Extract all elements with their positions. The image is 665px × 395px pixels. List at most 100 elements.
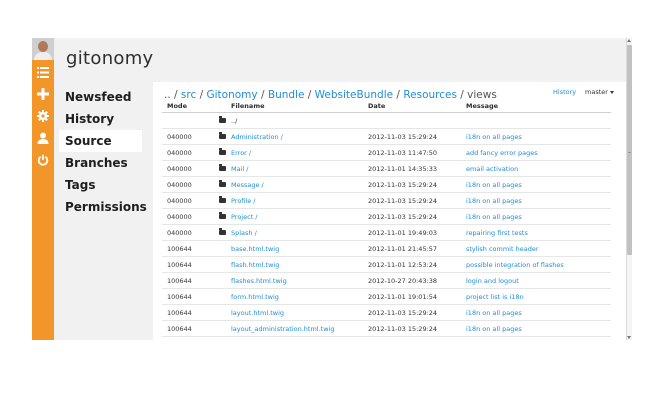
file-mode: 040000 [162, 144, 213, 161]
file-date: 2012-11-01 14:35:33 [363, 160, 461, 177]
file-date: 2012-11-03 15:29:24 [363, 208, 461, 225]
folder-icon [218, 180, 226, 187]
file-date: 2012-11-03 15:29:24 [363, 192, 461, 209]
table-row-parent[interactable]: ../ [162, 112, 611, 129]
branch-select[interactable]: master [585, 88, 614, 96]
file-name-link[interactable]: Splash / [226, 224, 363, 241]
branch-select-value: master [585, 88, 608, 96]
list-icon[interactable] [32, 63, 54, 81]
table-row[interactable]: 040000 Mail /2012-11-01 14:35:33 email act… [162, 160, 611, 177]
sidebar-item-source[interactable]: Source [59, 130, 142, 152]
table-row[interactable]: 040000 Profile /2012-11-03 15:29:24 i18n o… [162, 192, 611, 209]
file-name-link[interactable]: Mail / [226, 160, 363, 177]
file-date: 2012-11-03 15:29:24 [363, 176, 461, 193]
file-date: 2012-11-03 15:29:24 [363, 304, 461, 321]
folder-icon [218, 148, 226, 155]
commit-message-link[interactable]: i18n on all pages [461, 128, 611, 145]
column-header-message: Message [461, 100, 611, 113]
commit-message-link[interactable]: project list is i18n [461, 288, 611, 305]
table-row[interactable]: 040000 Administration /2012-11-03 15:29:2… [162, 128, 611, 145]
table-row[interactable]: 100644 flash.html.twig 2012-11-01 12:53:24… [162, 256, 611, 273]
file-mode: 040000 [162, 192, 213, 209]
folder-icon [218, 196, 226, 203]
file-mode: 040000 [162, 224, 213, 241]
folder-icon [218, 228, 226, 235]
file-name-link[interactable]: layout_administration.html.twig [226, 320, 363, 337]
file-name-link[interactable]: layout.html.twig [226, 304, 363, 321]
commit-message-link[interactable]: stylish commit header [461, 240, 611, 257]
sidebar-nav: Newsfeed History Source Branches Tags Pe… [54, 82, 153, 340]
app-brand[interactable]: gitonomy [66, 48, 154, 69]
column-header-date: Date [363, 100, 461, 113]
file-mode: 040000 [162, 160, 213, 177]
commit-message-link[interactable]: i18n on all pages [461, 320, 611, 337]
commit-message-link[interactable]: i18n on all pages [461, 176, 611, 193]
table-header-row: Mode Filename Date Message [162, 100, 611, 113]
column-header-mode: Mode [162, 100, 213, 113]
sidebar-item-tags[interactable]: Tags [65, 174, 95, 196]
main-content: .. / src / Gitonomy / Bundle / WebsiteBu… [153, 82, 626, 340]
file-mode: 040000 [162, 176, 213, 193]
scroll-down-icon[interactable] [627, 336, 631, 339]
scrollbar-thumb[interactable] [627, 45, 632, 255]
folder-icon [218, 116, 226, 123]
sidebar-item-newsfeed[interactable]: Newsfeed [65, 86, 132, 108]
file-date: 2012-11-03 15:29:24 [363, 128, 461, 145]
plus-icon[interactable] [32, 85, 54, 103]
file-date: 2012-11-01 12:53:24 [363, 256, 461, 273]
history-link[interactable]: History [553, 88, 576, 96]
commit-message-link[interactable]: repairing first tests [461, 224, 611, 241]
file-name-link[interactable]: Project / [226, 208, 363, 225]
parent-dir-link[interactable]: ../ [226, 112, 363, 129]
file-mode: 100644 [162, 320, 213, 337]
commit-message-link[interactable]: email activation [461, 160, 611, 177]
file-mode: 100644 [162, 272, 213, 289]
file-mode: 040000 [162, 128, 213, 145]
commit-message-link[interactable]: i18n on all pages [461, 208, 611, 225]
table-row[interactable]: 100644 layout.html.twig 2012-11-03 15:29:2… [162, 304, 611, 321]
power-icon[interactable] [32, 151, 54, 169]
commit-message-link[interactable]: i18n on all pages [461, 192, 611, 209]
commit-message-link[interactable]: add fancy error pages [461, 144, 611, 161]
file-mode: 100644 [162, 304, 213, 321]
file-name-link[interactable]: Profile / [226, 192, 363, 209]
table-row[interactable]: 100644 layout_administration.html.twig 201… [162, 320, 611, 337]
file-date: 2012-11-01 19:49:03 [363, 224, 461, 241]
scrollbar[interactable] [626, 38, 632, 340]
file-name-link[interactable]: flashes.html.twig [226, 272, 363, 289]
file-date: 2012-11-03 15:29:24 [363, 320, 461, 337]
file-mode: 040000 [162, 208, 213, 225]
icon-rail [32, 38, 54, 340]
avatar[interactable] [32, 38, 54, 60]
sidebar-item-branches[interactable]: Branches [65, 152, 128, 174]
file-name-link[interactable]: Error / [226, 144, 363, 161]
caret-down-icon [609, 90, 614, 94]
file-table: Mode Filename Date Message ../ 040000 Adm… [162, 100, 611, 337]
file-name-link[interactable]: Message / [226, 176, 363, 193]
table-row[interactable]: 100644 base.html.twig 2012-11-01 21:45:57 s… [162, 240, 611, 257]
commit-message-link[interactable]: login and logout [461, 272, 611, 289]
file-date: 2012-10-27 20:43:38 [363, 272, 461, 289]
commit-message-link[interactable]: possible integration of flashes [461, 256, 611, 273]
file-name-link[interactable]: form.html.twig [226, 288, 363, 305]
folder-icon [218, 212, 226, 219]
folder-icon [218, 132, 226, 139]
sidebar-item-history[interactable]: History [65, 108, 114, 130]
table-row[interactable]: 040000 Error /2012-11-03 11:47:50 add fanc… [162, 144, 611, 161]
sidebar-item-permissions[interactable]: Permissions [65, 196, 147, 218]
file-mode: 100644 [162, 256, 213, 273]
file-name-link[interactable]: flash.html.twig [226, 256, 363, 273]
table-row[interactable]: 040000 Project /2012-11-03 15:29:24 i18n o… [162, 208, 611, 225]
table-row[interactable]: 100644 form.html.twig 2012-11-01 19:01:54 p… [162, 288, 611, 305]
file-name-link[interactable]: Administration / [226, 128, 363, 145]
user-icon[interactable] [32, 129, 54, 147]
file-name-link[interactable]: base.html.twig [226, 240, 363, 257]
gear-icon[interactable] [32, 107, 54, 125]
column-header-filename: Filename [226, 100, 363, 113]
table-row[interactable]: 040000 Splash /2012-11-01 19:49:03 repairi… [162, 224, 611, 241]
commit-message-link[interactable]: i18n on all pages [461, 304, 611, 321]
app-window: gitonomy Newsfeed History Source Branche… [32, 38, 632, 340]
scroll-up-icon[interactable] [627, 39, 631, 42]
table-row[interactable]: 040000 Message /2012-11-03 15:29:24 i18n o… [162, 176, 611, 193]
table-row[interactable]: 100644 flashes.html.twig 2012-10-27 20:43:… [162, 272, 611, 289]
